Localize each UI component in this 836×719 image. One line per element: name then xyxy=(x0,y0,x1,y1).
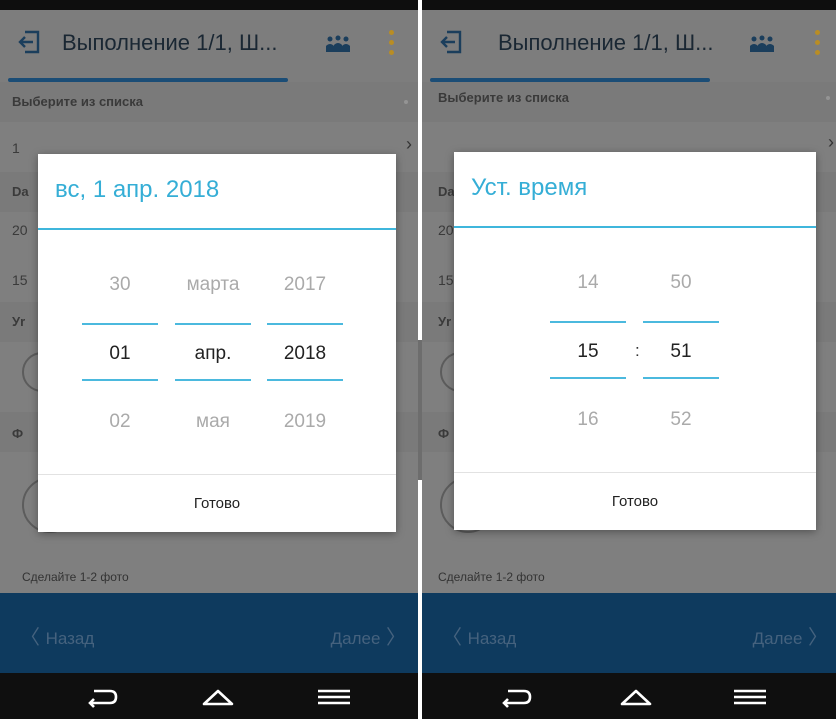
done-button[interactable]: Готово xyxy=(38,475,396,532)
bottom-navigation: 〈 Назад Далее 〉 xyxy=(422,593,836,673)
home-icon[interactable] xyxy=(618,685,654,709)
page-title: Выполнение 1/1, Ш... xyxy=(62,30,278,55)
more-vertical-icon[interactable] xyxy=(814,30,822,58)
minute-picker[interactable]: 50 51 52 xyxy=(643,252,719,452)
year-selected[interactable]: 2018 xyxy=(267,343,343,365)
system-navigation-bar xyxy=(0,673,418,719)
home-icon[interactable] xyxy=(200,685,236,709)
photo-hint: Сделайте 1-2 фото xyxy=(22,570,129,584)
picker-line xyxy=(267,379,343,381)
system-back-icon[interactable] xyxy=(84,685,120,709)
next-label: Далее xyxy=(752,629,803,648)
screen-date-picker: Выполнение 1/1, Ш... Выберите из списка … xyxy=(0,0,418,719)
list-label: Выберите из списка xyxy=(12,94,143,109)
dot-icon xyxy=(404,100,408,104)
year-picker[interactable]: 2017 2018 2019 xyxy=(267,254,343,454)
picker-line xyxy=(643,321,719,323)
month-selected[interactable]: апр. xyxy=(175,343,251,365)
photo-label: Ф xyxy=(438,426,450,441)
app-bar: Выполнение 1/1, Ш... xyxy=(422,10,836,82)
hour-prev[interactable]: 14 xyxy=(550,272,626,294)
chevron-left-icon: 〈 xyxy=(20,627,46,649)
chevron-right-icon: › xyxy=(406,134,412,154)
picker-line xyxy=(82,323,158,325)
user-label: Уr xyxy=(12,314,26,329)
next-button[interactable]: Далее 〉 xyxy=(331,621,406,650)
minute-prev[interactable]: 50 xyxy=(643,272,719,294)
picker-line xyxy=(267,323,343,325)
month-prev[interactable]: марта xyxy=(175,274,251,296)
app-bar: Выполнение 1/1, Ш... xyxy=(0,10,418,82)
system-back-icon[interactable] xyxy=(498,685,534,709)
more-vertical-icon[interactable] xyxy=(388,30,396,58)
chevron-right-icon: 〉 xyxy=(802,627,828,649)
chevron-right-icon: 〉 xyxy=(380,627,406,649)
exit-arrow-icon[interactable] xyxy=(440,30,462,54)
time-value: 15 xyxy=(438,272,454,288)
scrollbar[interactable] xyxy=(418,340,422,480)
picker-line xyxy=(82,379,158,381)
status-bar xyxy=(0,0,418,10)
list-section: Выберите из списка xyxy=(422,82,836,122)
month-next[interactable]: мая xyxy=(175,411,251,433)
done-button[interactable]: Готово xyxy=(454,473,816,530)
date-label: Da xyxy=(12,184,29,199)
back-button[interactable]: 〈 Назад xyxy=(20,621,94,650)
hour-next[interactable]: 16 xyxy=(550,409,626,431)
list-section: Выберите из списка xyxy=(0,82,418,122)
picker-line xyxy=(643,377,719,379)
photo-label: Ф xyxy=(12,426,24,441)
hour-picker[interactable]: 14 15 16 xyxy=(550,252,626,452)
bottom-navigation: 〈 Назад Далее 〉 xyxy=(0,593,418,673)
minute-next[interactable]: 52 xyxy=(643,409,719,431)
next-label: Далее xyxy=(330,629,381,648)
dialog-divider xyxy=(38,228,396,230)
day-picker[interactable]: 30 01 02 xyxy=(82,254,158,454)
back-label: Назад xyxy=(45,629,95,648)
menu-icon[interactable] xyxy=(316,685,352,709)
picker-line xyxy=(550,377,626,379)
date-value: 20 xyxy=(12,222,28,238)
day-next[interactable]: 02 xyxy=(82,411,158,433)
list-label: Выберите из списка xyxy=(438,90,569,105)
picker-line xyxy=(550,321,626,323)
next-button[interactable]: Далее 〉 xyxy=(753,621,828,650)
photo-hint: Сделайте 1-2 фото xyxy=(438,570,545,584)
exit-arrow-icon[interactable] xyxy=(18,30,40,54)
day-prev[interactable]: 30 xyxy=(82,274,158,296)
menu-icon[interactable] xyxy=(732,685,768,709)
list-value: 1 xyxy=(12,140,20,156)
date-dialog-title: вс, 1 апр. 2018 xyxy=(55,176,220,203)
picker-line xyxy=(175,379,251,381)
picker-line xyxy=(175,323,251,325)
dialog-divider xyxy=(454,226,816,228)
page-title: Выполнение 1/1, Ш... xyxy=(498,30,714,55)
minute-selected[interactable]: 51 xyxy=(643,341,719,363)
dot-icon xyxy=(826,96,830,100)
team-icon[interactable] xyxy=(749,35,775,53)
team-icon[interactable] xyxy=(325,35,351,53)
chevron-left-icon: 〈 xyxy=(442,627,468,649)
date-picker-dialog: вс, 1 апр. 2018 30 01 02 марта апр. мая … xyxy=(38,154,396,532)
chevron-right-icon: › xyxy=(828,132,834,152)
screen-time-picker: Выполнение 1/1, Ш... Выберите из списка … xyxy=(422,0,836,719)
status-bar xyxy=(422,0,836,10)
back-label: Назад xyxy=(467,629,517,648)
time-picker-dialog: Уст. время 14 15 16 : 50 51 52 Готово xyxy=(454,152,816,530)
time-dialog-title: Уст. время xyxy=(471,174,588,201)
system-navigation-bar xyxy=(422,673,836,719)
date-value: 20 xyxy=(438,222,454,238)
month-picker[interactable]: марта апр. мая xyxy=(175,254,251,454)
year-prev[interactable]: 2017 xyxy=(267,274,343,296)
year-next[interactable]: 2019 xyxy=(267,411,343,433)
time-value: 15 xyxy=(12,272,28,288)
date-label: Da xyxy=(438,184,455,199)
user-label: Уr xyxy=(438,314,452,329)
hour-selected[interactable]: 15 xyxy=(550,341,626,363)
time-separator: : xyxy=(635,341,640,360)
back-button[interactable]: 〈 Назад xyxy=(442,621,516,650)
day-selected[interactable]: 01 xyxy=(82,343,158,365)
